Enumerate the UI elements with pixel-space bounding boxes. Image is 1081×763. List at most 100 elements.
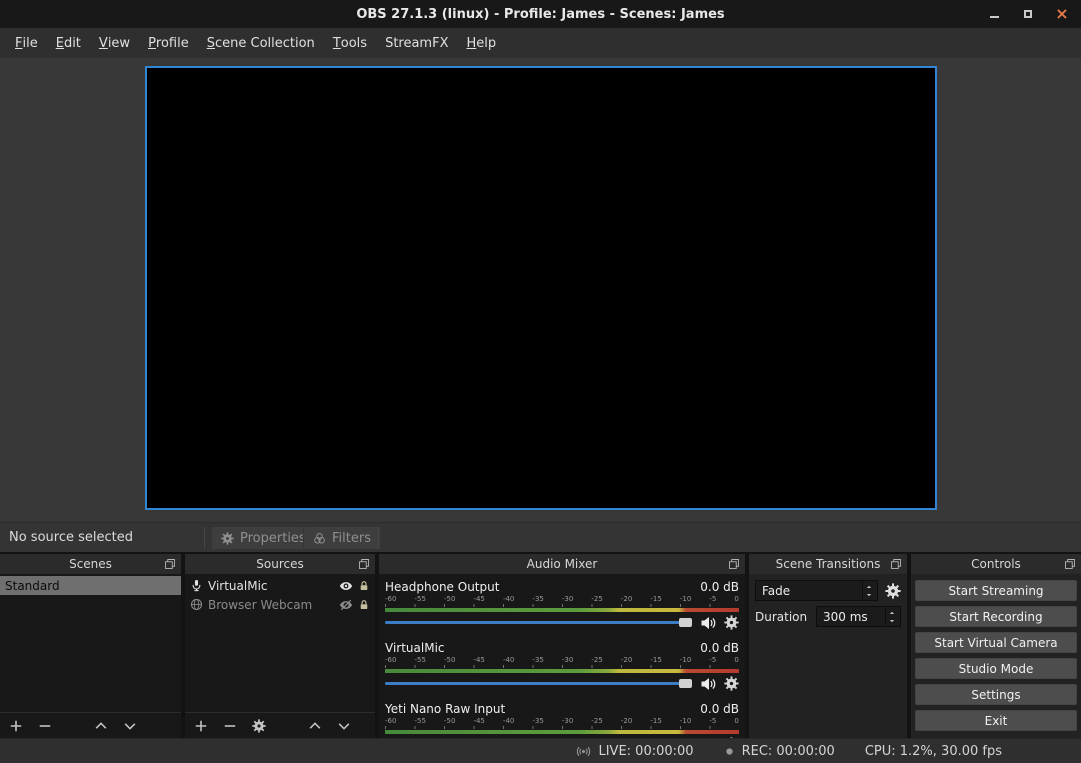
chevron-down-icon <box>123 719 137 733</box>
db-scale: -60-55-50-45-40-35-30-25-20-15-10-50 <box>385 656 739 664</box>
dock-float-icon[interactable] <box>728 558 740 570</box>
db-scale: -60-55-50-45-40-35-30-25-20-15-10-50 <box>385 595 739 603</box>
volume-slider-handle[interactable] <box>679 679 692 688</box>
scene-up-button[interactable] <box>94 719 108 733</box>
scenes-toolbar <box>0 712 181 738</box>
volume-slider[interactable] <box>385 676 692 691</box>
menu-help[interactable]: Help <box>457 28 505 58</box>
start-virtual-camera-button[interactable]: Start Virtual Camera <box>915 632 1077 653</box>
maximize-icon <box>1024 10 1032 18</box>
scale-tick-label: -25 <box>591 656 602 664</box>
lock-icon[interactable] <box>358 580 370 592</box>
transition-value: Fade <box>762 584 790 598</box>
scene-down-button[interactable] <box>123 719 137 733</box>
add-scene-button[interactable] <box>9 719 23 733</box>
scale-tick-label: -20 <box>621 595 632 603</box>
gear-icon[interactable] <box>724 676 739 691</box>
sources-dock-header[interactable]: Sources <box>185 554 375 574</box>
scale-tick-label: 0 <box>734 656 738 664</box>
scale-tick-label: -10 <box>680 717 691 725</box>
menu-tools[interactable]: Tools <box>324 28 376 58</box>
audio-mixer-dock: Audio Mixer Headphone Output 0.0 dB -60-… <box>379 554 745 738</box>
gear-icon[interactable] <box>724 615 739 630</box>
db-scale: -60-55-50-45-40-35-30-25-20-15-10-50 <box>385 717 739 725</box>
menu-scene-collection[interactable]: Scene Collection <box>198 28 324 58</box>
source-properties-button[interactable] <box>252 719 266 733</box>
volume-meter <box>385 730 739 734</box>
audio-mixer-dock-header[interactable]: Audio Mixer <box>379 554 745 574</box>
remove-scene-button[interactable] <box>38 719 52 733</box>
minimize-button[interactable] <box>985 5 1003 23</box>
properties-button[interactable]: Properties <box>211 526 316 550</box>
scale-tick-label: -25 <box>591 595 602 603</box>
scene-transitions-dock-title: Scene Transitions <box>776 557 881 571</box>
broadcast-icon <box>576 744 591 759</box>
settings-button[interactable]: Settings <box>915 684 1077 705</box>
mixer-channel-yeti-nano: Yeti Nano Raw Input 0.0 dB -60-55-50-45-… <box>385 700 739 738</box>
scale-tick-label: -35 <box>532 656 543 664</box>
scale-tick-label: -50 <box>444 656 455 664</box>
menu-streamfx[interactable]: StreamFX <box>376 28 457 58</box>
record-dot-icon <box>724 746 735 757</box>
triangle-down-icon <box>865 592 873 598</box>
start-streaming-button[interactable]: Start Streaming <box>915 580 1077 601</box>
menu-edit[interactable]: Edit <box>47 28 90 58</box>
transition-properties-button[interactable] <box>885 583 901 599</box>
maximize-button[interactable] <box>1019 5 1037 23</box>
combo-arrows[interactable] <box>862 582 875 599</box>
dock-float-icon[interactable] <box>164 558 176 570</box>
scale-tick-label: -50 <box>444 595 455 603</box>
volume-slider[interactable] <box>385 615 692 630</box>
scale-tick-label: -45 <box>473 717 484 725</box>
controls-body: Start Streaming Start Recording Start Vi… <box>911 574 1081 738</box>
speaker-icon[interactable] <box>700 615 716 631</box>
duration-value: 300 ms <box>823 610 868 624</box>
menu-view[interactable]: View <box>90 28 139 58</box>
volume-slider-handle[interactable] <box>679 618 692 627</box>
no-source-label: No source selected <box>9 530 133 545</box>
transition-select[interactable]: Fade <box>755 580 878 601</box>
speaker-icon[interactable] <box>700 676 716 692</box>
dock-float-icon[interactable] <box>358 558 370 570</box>
filters-button[interactable]: Filters <box>303 526 381 550</box>
volume-meter <box>385 669 739 673</box>
preview-canvas[interactable] <box>145 66 937 510</box>
plus-icon <box>9 719 23 733</box>
exit-button[interactable]: Exit <box>915 710 1077 731</box>
chevron-up-icon <box>308 719 322 733</box>
sources-dock-title: Sources <box>256 557 303 571</box>
start-recording-button[interactable]: Start Recording <box>915 606 1077 627</box>
duration-input[interactable]: 300 ms <box>816 606 901 627</box>
visibility-eye-icon[interactable] <box>339 579 353 593</box>
add-source-button[interactable] <box>194 719 208 733</box>
titlebar[interactable]: OBS 27.1.3 (linux) - Profile: James - Sc… <box>0 0 1081 28</box>
chevron-up-icon <box>94 719 108 733</box>
scene-item-standard[interactable]: Standard <box>0 576 181 595</box>
source-name: Browser Webcam <box>208 598 334 612</box>
toolbar-separator <box>378 527 379 549</box>
scale-tick-label: -20 <box>621 656 632 664</box>
menu-profile[interactable]: Profile <box>139 28 198 58</box>
dock-area: Scenes Standard Sources <box>0 552 1081 738</box>
source-down-button[interactable] <box>337 719 351 733</box>
scale-tick-label: -40 <box>503 595 514 603</box>
scenes-dock-header[interactable]: Scenes <box>0 554 181 574</box>
source-item-browser-webcam[interactable]: Browser Webcam <box>185 595 375 614</box>
menu-file[interactable]: File <box>6 28 47 58</box>
source-up-button[interactable] <box>308 719 322 733</box>
channel-level: 0.0 dB <box>700 641 739 655</box>
dock-float-icon[interactable] <box>890 558 902 570</box>
minus-icon <box>223 719 237 733</box>
controls-dock-header[interactable]: Controls <box>911 554 1081 574</box>
studio-mode-button[interactable]: Studio Mode <box>915 658 1077 679</box>
channel-name: Headphone Output <box>385 580 499 594</box>
spinbox-arrows[interactable] <box>885 608 898 625</box>
scene-transitions-dock-header[interactable]: Scene Transitions <box>749 554 907 574</box>
visibility-eye-slash-icon[interactable] <box>339 598 353 612</box>
dock-float-icon[interactable] <box>1064 558 1076 570</box>
lock-icon[interactable] <box>358 599 370 611</box>
close-button[interactable]: × <box>1053 5 1071 23</box>
remove-source-button[interactable] <box>223 719 237 733</box>
properties-label: Properties <box>240 531 306 546</box>
source-item-virtualmic[interactable]: VirtualMic <box>185 576 375 595</box>
